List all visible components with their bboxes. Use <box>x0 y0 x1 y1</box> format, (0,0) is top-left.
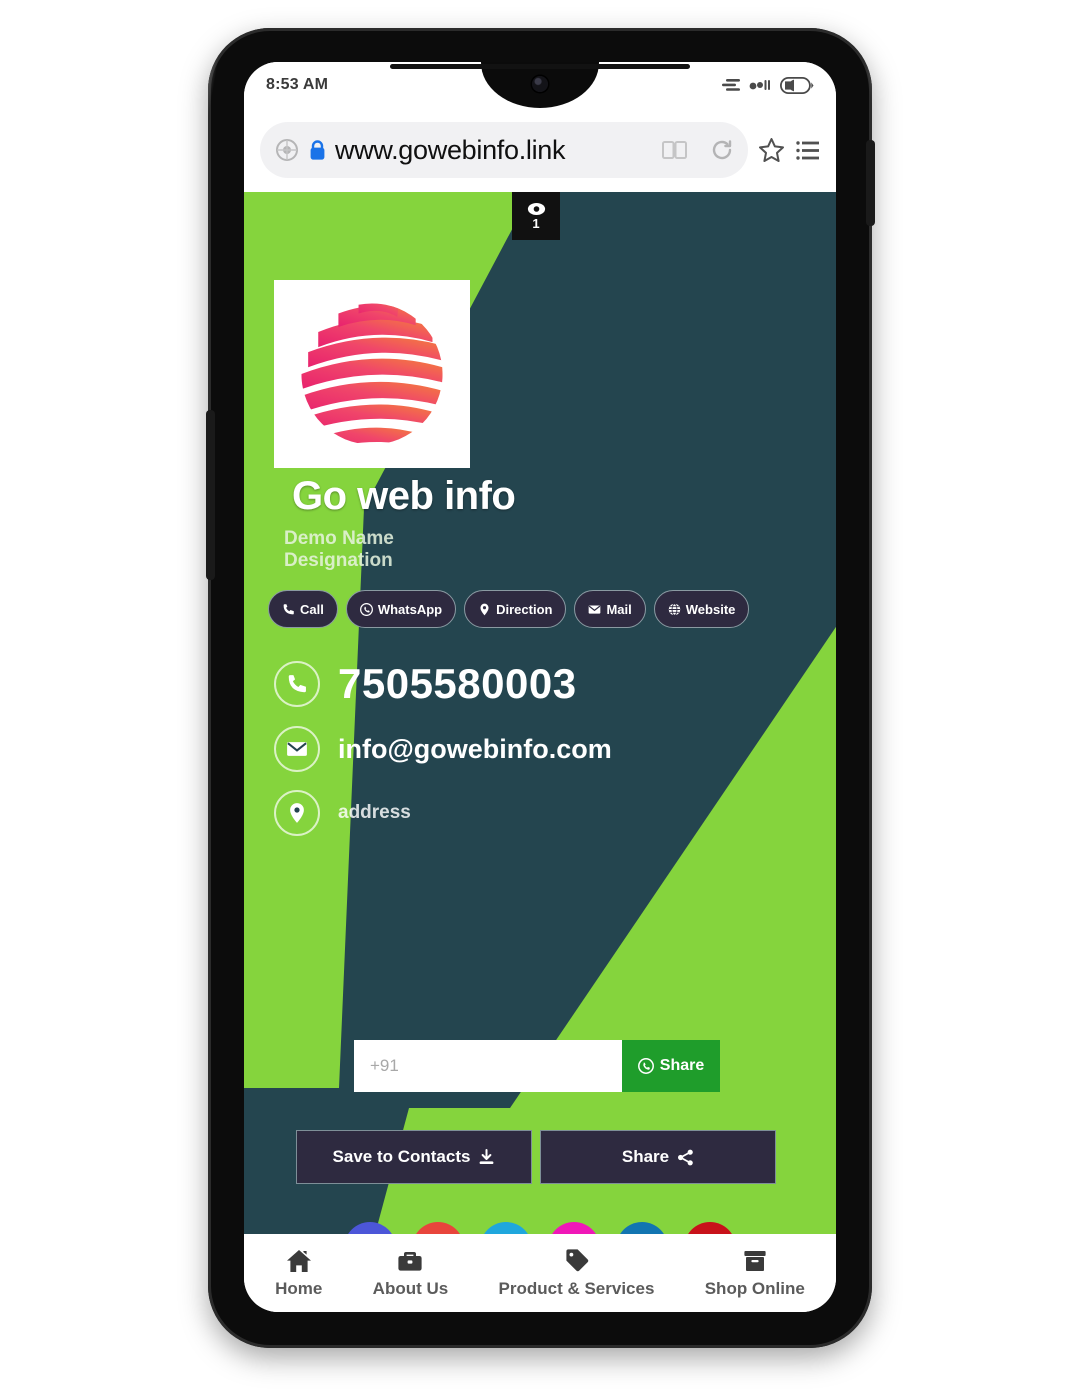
social-link-twitter[interactable] <box>480 1222 532 1234</box>
home-icon <box>286 1249 311 1272</box>
save-to-contacts-button[interactable]: Save to Contacts <box>296 1130 532 1184</box>
map-pin-circle-icon <box>274 790 320 836</box>
globe-logo-icon <box>301 303 443 445</box>
browser-menu-icon[interactable] <box>795 138 820 163</box>
map-pin-icon <box>290 803 304 823</box>
view-count: 1 <box>532 216 540 231</box>
eye-icon <box>527 203 545 215</box>
business-name: Go web info <box>292 474 516 518</box>
bookmark-star-icon[interactable] <box>758 137 785 164</box>
nav-label: About Us <box>372 1278 449 1298</box>
power-button[interactable] <box>866 140 875 226</box>
pill-whatsapp[interactable]: WhatsApp <box>345 590 457 628</box>
envelope-icon <box>287 742 307 756</box>
email-address[interactable]: info@gowebinfo.com <box>338 734 612 765</box>
phone-icon <box>288 675 306 693</box>
pill-mail[interactable]: Mail <box>574 590 646 628</box>
lock-icon <box>310 139 325 160</box>
social-link-instagram[interactable] <box>548 1222 600 1234</box>
nav-label: Shop Online <box>704 1278 805 1298</box>
social-links-row <box>244 1222 836 1234</box>
pill-label: Call <box>300 601 324 617</box>
volume-button[interactable] <box>206 410 215 580</box>
shield-icon[interactable] <box>274 137 300 163</box>
share-label: Share <box>621 1147 670 1166</box>
whatsapp-share-button[interactable]: Share <box>622 1040 720 1092</box>
briefcase-icon <box>398 1251 423 1271</box>
quick-action-pills: Call WhatsApp Direction Mail Website <box>268 590 820 628</box>
social-link-facebook[interactable] <box>344 1222 396 1234</box>
tags-icon <box>566 1248 589 1271</box>
archive-box-icon <box>744 1250 766 1271</box>
download-icon <box>480 1148 494 1164</box>
social-link-youtube[interactable] <box>412 1222 464 1234</box>
nav-label: Product & Services <box>498 1278 655 1298</box>
map-pin-icon <box>480 603 489 615</box>
front-camera-icon <box>532 76 548 92</box>
browser-toolbar: www.gowebinfo.link <box>244 108 836 192</box>
envelope-icon <box>589 604 601 614</box>
social-link-pinterest[interactable] <box>684 1222 736 1234</box>
pill-label: Direction <box>496 601 553 617</box>
signal-icon <box>722 78 740 91</box>
nav-item-shop-online[interactable]: Shop Online <box>705 1248 805 1299</box>
nav-item-about-us[interactable]: About Us <box>372 1248 449 1299</box>
share-button[interactable]: Share <box>540 1130 776 1184</box>
pill-label: WhatsApp <box>377 601 443 617</box>
pill-call[interactable]: Call <box>268 590 338 628</box>
reload-icon[interactable] <box>710 138 734 162</box>
social-link-linkedin[interactable] <box>616 1222 668 1234</box>
phone-screen: 8:53 AM www.gowebinfo.link 1 Go web info… <box>244 62 836 1312</box>
person-designation: Designation <box>284 550 393 571</box>
whatsapp-share-label: Share <box>659 1057 705 1074</box>
nav-label: Home <box>275 1278 323 1298</box>
earpiece-icon <box>390 64 690 69</box>
phone-number-input[interactable] <box>354 1040 622 1092</box>
address-bar[interactable]: www.gowebinfo.link <box>260 122 748 178</box>
nav-item-product-services[interactable]: Product & Services <box>498 1248 655 1299</box>
contact-row-email[interactable]: info@gowebinfo.com <box>274 726 814 772</box>
person-name: Demo Name <box>284 528 394 549</box>
share-nodes-icon <box>678 1149 693 1165</box>
pill-website[interactable]: Website <box>653 590 750 628</box>
bottom-navigation: Home About Us Product & Services Shop On… <box>244 1234 836 1312</box>
save-to-contacts-label: Save to Contacts <box>332 1147 471 1166</box>
url-text[interactable]: www.gowebinfo.link <box>335 135 653 166</box>
whatsapp-icon <box>359 602 373 616</box>
address-value[interactable]: address <box>338 802 411 824</box>
contact-details-list: 7505580003 info@gowebinfo.com address <box>274 660 814 854</box>
envelope-circle-icon <box>274 726 320 772</box>
nav-item-home[interactable]: Home <box>275 1248 322 1299</box>
phone-number[interactable]: 7505580003 <box>338 660 577 708</box>
cta-button-row: Save to Contacts Share <box>296 1130 776 1184</box>
pill-label: Website <box>685 601 736 617</box>
wifi-icon <box>749 79 770 90</box>
status-bar-clock: 8:53 AM <box>266 76 329 93</box>
whatsapp-icon <box>637 1058 654 1074</box>
reader-mode-icon[interactable] <box>662 139 687 161</box>
contact-row-address[interactable]: address <box>274 790 814 836</box>
globe-icon <box>668 602 680 616</box>
pill-direction[interactable]: Direction <box>464 590 567 628</box>
contact-row-phone[interactable]: 7505580003 <box>274 660 814 708</box>
whatsapp-share-row: Share <box>354 1040 720 1092</box>
company-logo <box>274 280 470 468</box>
phone-circle-icon <box>274 661 320 707</box>
view-counter-badge: 1 <box>512 192 560 240</box>
battery-icon <box>780 76 814 94</box>
status-bar-icons <box>722 76 814 94</box>
screenshot-stage: 8:53 AM www.gowebinfo.link 1 Go web info… <box>0 0 1080 1397</box>
phone-icon <box>283 603 294 614</box>
pill-label: Mail <box>606 601 632 617</box>
digital-card-page: 1 Go web info Demo Name Designation Call… <box>244 192 836 1234</box>
